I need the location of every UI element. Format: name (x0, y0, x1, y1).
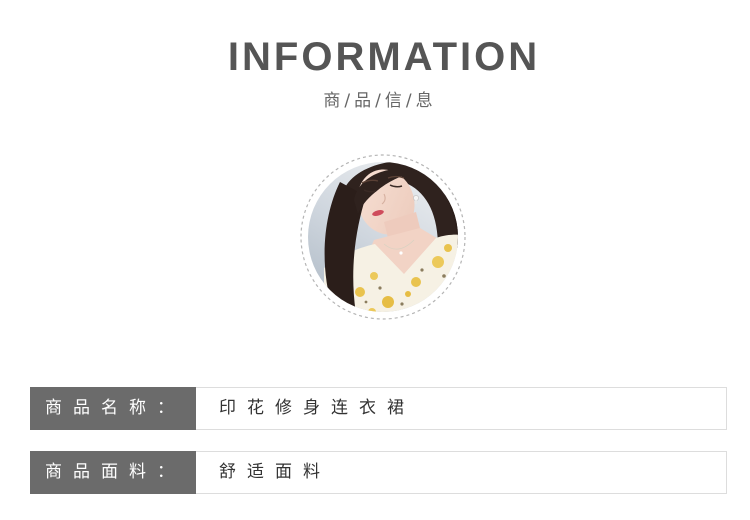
spec-row-fabric: 商品面料： 舒适面料 (30, 451, 727, 494)
section-title: INFORMATION (227, 35, 541, 79)
spec-label: 商品名称： (30, 387, 196, 430)
spec-row-product-name: 商品名称： 印花修身连衣裙 (30, 387, 727, 430)
model-photo (298, 152, 468, 322)
photo-content (308, 162, 458, 312)
section-subtitle: 商/品/信/息 (323, 91, 437, 111)
spec-value: 印花修身连衣裙 (196, 387, 727, 430)
spec-value: 舒适面料 (196, 451, 727, 494)
spec-label: 商品面料： (30, 451, 196, 494)
